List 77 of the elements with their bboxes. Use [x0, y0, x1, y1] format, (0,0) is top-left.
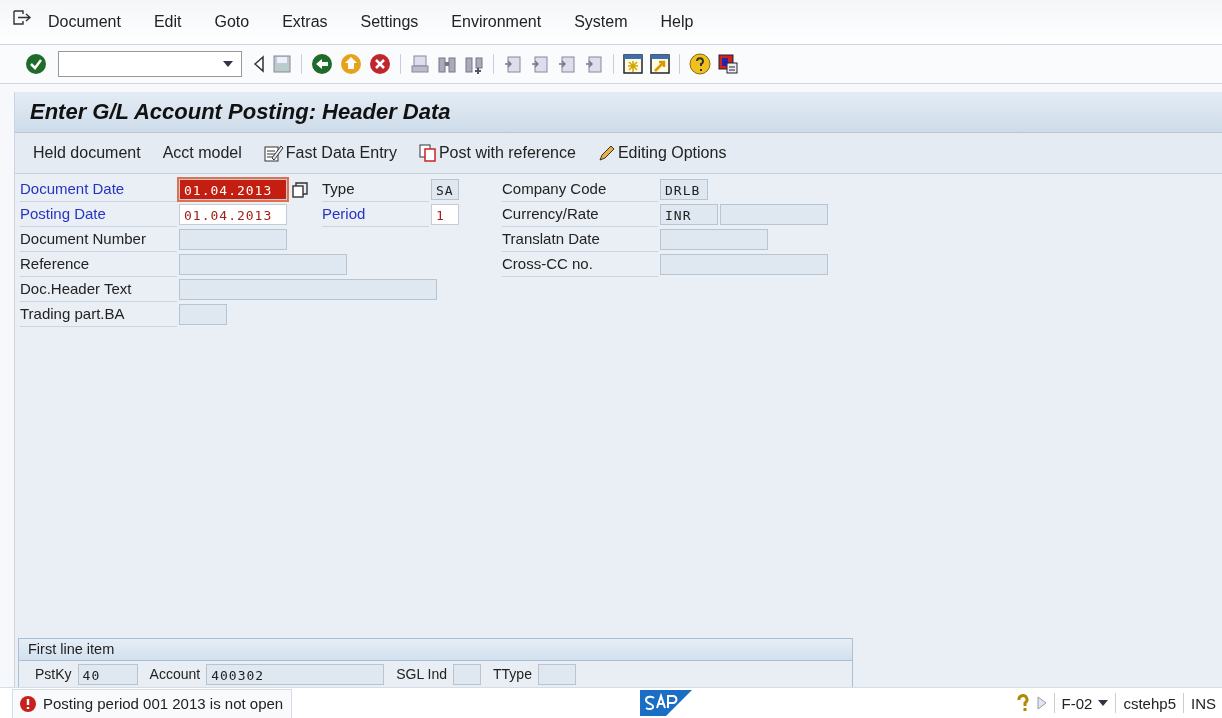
- input-field[interactable]: SA: [431, 179, 459, 200]
- caret-icon[interactable]: [1098, 700, 1109, 706]
- input-field[interactable]: [660, 254, 828, 275]
- toolbar-button[interactable]: Post with reference: [410, 141, 584, 165]
- menu-item[interactable]: Environment: [451, 13, 542, 31]
- field-label: PstKy: [35, 666, 72, 682]
- screen-title: Enter G/L Account Posting: Header Data: [30, 99, 451, 125]
- toolbar-button[interactable]: Acct model: [154, 141, 250, 165]
- input-field[interactable]: [179, 279, 437, 300]
- page-icon: [557, 54, 577, 74]
- page-icon: [530, 54, 550, 74]
- value-help-icon[interactable]: [292, 181, 308, 198]
- input-field[interactable]: 01.04.2013: [179, 179, 287, 200]
- input-field[interactable]: DRLB: [660, 179, 708, 200]
- field-label: Translatn Date: [502, 227, 658, 252]
- input-field[interactable]: [179, 229, 287, 250]
- input-field[interactable]: [453, 663, 482, 685]
- menu-item[interactable]: System: [574, 13, 628, 31]
- message-text: Posting period 001 2013 is not open: [43, 695, 284, 712]
- save-icon: [272, 54, 292, 74]
- input-field[interactable]: [720, 204, 828, 225]
- cancel-icon[interactable]: [369, 53, 391, 75]
- form-edit-icon: [263, 144, 284, 162]
- input-field[interactable]: 400302: [206, 663, 385, 685]
- layout-icon[interactable]: [718, 54, 738, 74]
- binoculars-plus-icon: [464, 54, 484, 74]
- menu-icon[interactable]: [12, 10, 32, 26]
- input-field[interactable]: [537, 663, 576, 685]
- menu-item[interactable]: Goto: [214, 13, 250, 31]
- input-field[interactable]: [179, 304, 227, 325]
- page-icon: [503, 54, 523, 74]
- field-label: Trading part.BA: [20, 302, 177, 327]
- command-field[interactable]: [58, 51, 242, 77]
- input-field[interactable]: [179, 254, 347, 275]
- menu-item[interactable]: Help: [660, 13, 694, 31]
- pencil-icon: [597, 144, 616, 162]
- input-field[interactable]: [660, 229, 768, 250]
- input-field[interactable]: INR: [660, 204, 718, 225]
- field-label: Account: [149, 666, 201, 682]
- menu-item[interactable]: Edit: [153, 13, 182, 31]
- field-label: Reference: [20, 252, 177, 277]
- new-window-icon[interactable]: [623, 54, 643, 74]
- menu-item[interactable]: Settings: [360, 13, 419, 31]
- input-field[interactable]: 01.04.2013: [179, 204, 287, 225]
- group-title: First line item: [28, 641, 115, 657]
- input-mode: INS: [1191, 694, 1216, 712]
- triangle-right-icon[interactable]: [1036, 696, 1047, 710]
- page-icon: [584, 54, 604, 74]
- field-label: Company Code: [502, 177, 658, 202]
- field-label: Cross-CC no.: [502, 252, 658, 277]
- server-name: cstehp5: [1123, 694, 1176, 712]
- print-icon: [410, 54, 430, 74]
- field-label: Doc.Header Text: [20, 277, 177, 302]
- field-label: Posting Date: [20, 202, 177, 227]
- shortcut-icon[interactable]: [650, 54, 670, 74]
- help-icon[interactable]: [689, 53, 711, 75]
- caret-icon[interactable]: [223, 61, 233, 67]
- input-field[interactable]: 1: [431, 204, 459, 225]
- binoculars-icon: [437, 54, 457, 74]
- toolbar-button[interactable]: Held document: [25, 141, 149, 165]
- field-label: Document Number: [20, 227, 177, 252]
- back-icon[interactable]: [311, 53, 333, 75]
- triangle-left-icon[interactable]: [253, 55, 265, 73]
- check-icon[interactable]: [25, 53, 47, 75]
- transaction-code[interactable]: F-02: [1061, 694, 1109, 712]
- field-label: Currency/Rate: [502, 202, 658, 227]
- toolbar-button[interactable]: Fast Data Entry: [255, 141, 405, 165]
- field-label: Period: [322, 202, 429, 227]
- copy-icon: [418, 144, 437, 162]
- field-label: Type: [322, 177, 429, 202]
- menu-item[interactable]: Document: [48, 13, 121, 31]
- menu-item[interactable]: Extras: [282, 13, 328, 31]
- field-label: SGL Ind: [396, 666, 448, 682]
- status-message[interactable]: Posting period 001 2013 is not open: [12, 688, 293, 718]
- input-field[interactable]: 40: [77, 663, 138, 685]
- field-label: TType: [493, 666, 532, 682]
- toolbar-button[interactable]: Editing Options: [589, 141, 735, 165]
